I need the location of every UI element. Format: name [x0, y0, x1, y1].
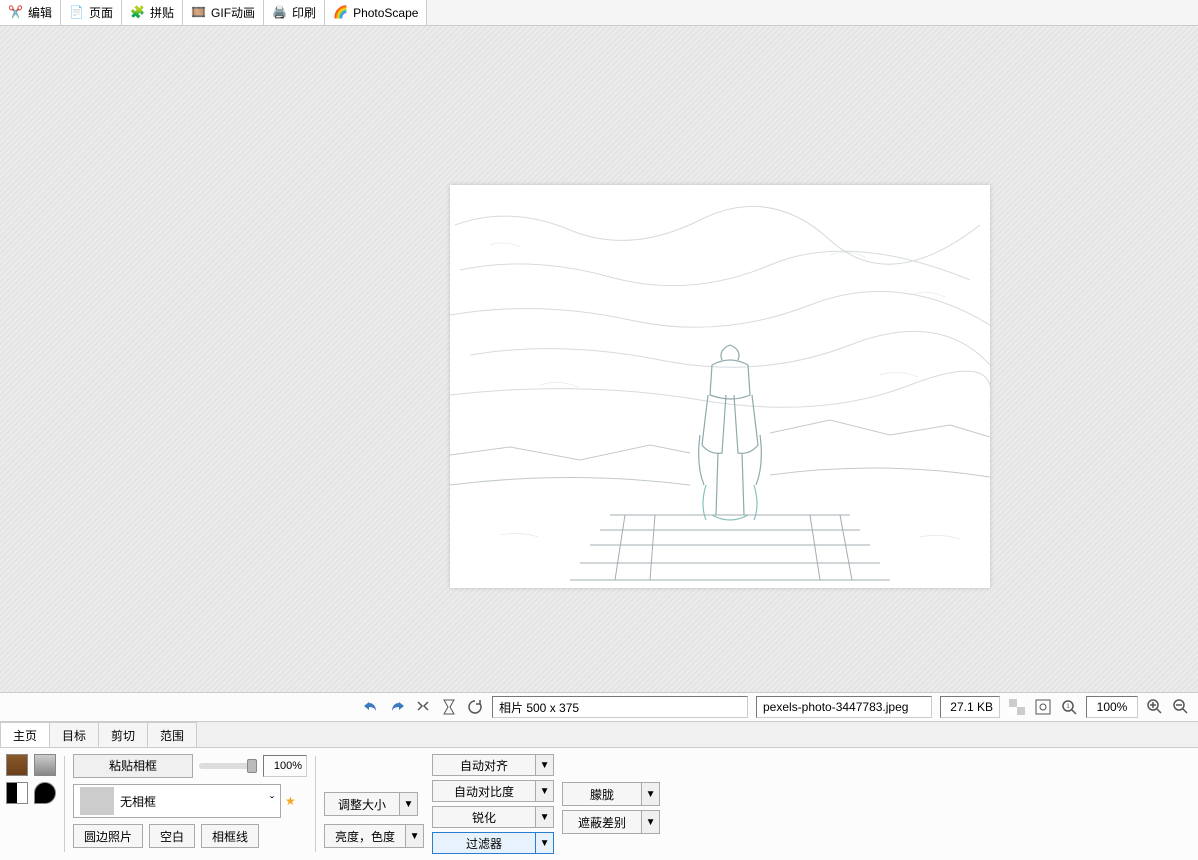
- redo-icon[interactable]: [386, 696, 408, 718]
- toolbar-label: 拼贴: [150, 4, 174, 21]
- controls-panel: 粘贴相框 100% 无相框 ˇ ★ 圆边照片 空白 相框线 调整大小 ▼ 亮度，…: [0, 748, 1198, 860]
- round-photo-button[interactable]: 圆边照片: [73, 824, 143, 848]
- chevron-down-icon[interactable]: ▼: [400, 792, 418, 816]
- toolbar-collage[interactable]: 🧩拼贴: [122, 0, 183, 25]
- toolbar-gif[interactable]: 🎞️GIF动画: [183, 0, 264, 25]
- chevron-down-icon: ˇ: [264, 794, 280, 808]
- chevron-down-icon[interactable]: ▼: [536, 754, 554, 776]
- info-bar: 相片 500 x 375 pexels-photo-3447783.jpeg 2…: [0, 692, 1198, 722]
- brush-icon[interactable]: [34, 782, 56, 804]
- brightness-color-button[interactable]: 亮度，色度 ▼: [324, 824, 424, 848]
- chevron-down-icon[interactable]: ▼: [642, 810, 660, 834]
- chevron-down-icon[interactable]: ▼: [536, 780, 554, 802]
- toolbar-photoscape[interactable]: 🌈 PhotoScape: [325, 0, 427, 25]
- tab-target[interactable]: 目标: [49, 722, 99, 747]
- toolbar-print[interactable]: 🖨️印刷: [264, 0, 325, 25]
- swatch-bw[interactable]: [6, 782, 28, 804]
- frame-thumb-icon: [80, 787, 114, 815]
- refresh-icon[interactable]: [464, 696, 486, 718]
- adjust-column: 调整大小 ▼ 亮度，色度 ▼: [324, 754, 424, 854]
- swatch-sepia[interactable]: [6, 754, 28, 776]
- gif-icon: 🎞️: [191, 5, 207, 21]
- checker-icon[interactable]: [1006, 696, 1028, 718]
- blank-button[interactable]: 空白: [149, 824, 195, 848]
- page-icon: 📄: [69, 5, 85, 21]
- chevron-down-icon[interactable]: ▼: [406, 824, 424, 848]
- photo-preview[interactable]: [450, 185, 990, 588]
- swatch-column: [6, 754, 56, 854]
- edit-icon: ✂️: [8, 5, 24, 21]
- frame-select-label: 无相框: [120, 793, 156, 810]
- auto-align-button[interactable]: 自动对齐 ▼: [432, 754, 554, 776]
- star-icon[interactable]: ★: [285, 794, 296, 808]
- top-toolbar: ✂️编辑 📄页面 🧩拼贴 🎞️GIF动画 🖨️印刷 🌈 PhotoScape: [0, 0, 1198, 26]
- filesize-field: 27.1 KB: [940, 696, 1000, 718]
- chevron-down-icon[interactable]: ▼: [642, 782, 660, 806]
- frame-column: 粘贴相框 100% 无相框 ˇ ★ 圆边照片 空白 相框线: [73, 754, 307, 854]
- sharpen-button[interactable]: 锐化 ▼: [432, 806, 554, 828]
- blur-button[interactable]: 朦胧 ▼: [562, 782, 660, 806]
- paste-frame-button[interactable]: 粘贴相框: [73, 754, 193, 778]
- toolbar-label: 印刷: [292, 4, 316, 21]
- print-icon: 🖨️: [272, 5, 288, 21]
- toolbar-label: 编辑: [28, 4, 52, 21]
- svg-text:1: 1: [1066, 704, 1070, 710]
- auto-contrast-button[interactable]: 自动对比度 ▼: [432, 780, 554, 802]
- collage-icon: 🧩: [130, 5, 146, 21]
- toolbar-label: GIF动画: [211, 4, 255, 21]
- zoom-field: 100%: [1086, 696, 1138, 718]
- right-column: 朦胧 ▼ 遮蔽差别 ▼: [562, 754, 660, 854]
- frame-select[interactable]: 无相框 ˇ: [73, 784, 281, 818]
- toolbar-page[interactable]: 📄页面: [61, 0, 122, 25]
- chevron-down-icon[interactable]: ▼: [536, 832, 554, 854]
- chevron-down-icon[interactable]: ▼: [536, 806, 554, 828]
- tab-bar: 主页 目标 剪切 范围: [0, 722, 1198, 748]
- tab-home[interactable]: 主页: [0, 722, 50, 747]
- fit-screen-icon[interactable]: [1032, 696, 1054, 718]
- undo-icon[interactable]: [360, 696, 382, 718]
- mask-diff-button[interactable]: 遮蔽差别 ▼: [562, 810, 660, 834]
- tab-range[interactable]: 范围: [147, 722, 197, 747]
- auto-column: 自动对齐 ▼ 自动对比度 ▼ 锐化 ▼ 过滤器 ▼: [432, 754, 554, 854]
- opacity-value: 100%: [263, 755, 307, 777]
- tab-crop[interactable]: 剪切: [98, 722, 148, 747]
- opacity-slider[interactable]: [199, 763, 257, 769]
- filter-button[interactable]: 过滤器 ▼: [432, 832, 554, 854]
- toolbar-label: 页面: [89, 4, 113, 21]
- photo-dimensions: 相片 500 x 375: [492, 696, 748, 718]
- zoom-in-icon[interactable]: [1144, 696, 1166, 718]
- hourglass-icon[interactable]: [438, 696, 460, 718]
- swap-icon[interactable]: [412, 696, 434, 718]
- filename-field: pexels-photo-3447783.jpeg: [756, 696, 932, 718]
- slider-thumb[interactable]: [247, 759, 257, 773]
- resize-button[interactable]: 调整大小 ▼: [324, 792, 424, 816]
- frame-line-button[interactable]: 相框线: [201, 824, 259, 848]
- app-icon: 🌈: [333, 5, 349, 21]
- zoom-out-icon[interactable]: [1170, 696, 1192, 718]
- toolbar-label: PhotoScape: [353, 6, 418, 20]
- swatch-gray[interactable]: [34, 754, 56, 776]
- toolbar-edit[interactable]: ✂️编辑: [0, 0, 61, 25]
- canvas-area[interactable]: [0, 26, 1198, 692]
- actual-size-icon[interactable]: 1: [1058, 696, 1080, 718]
